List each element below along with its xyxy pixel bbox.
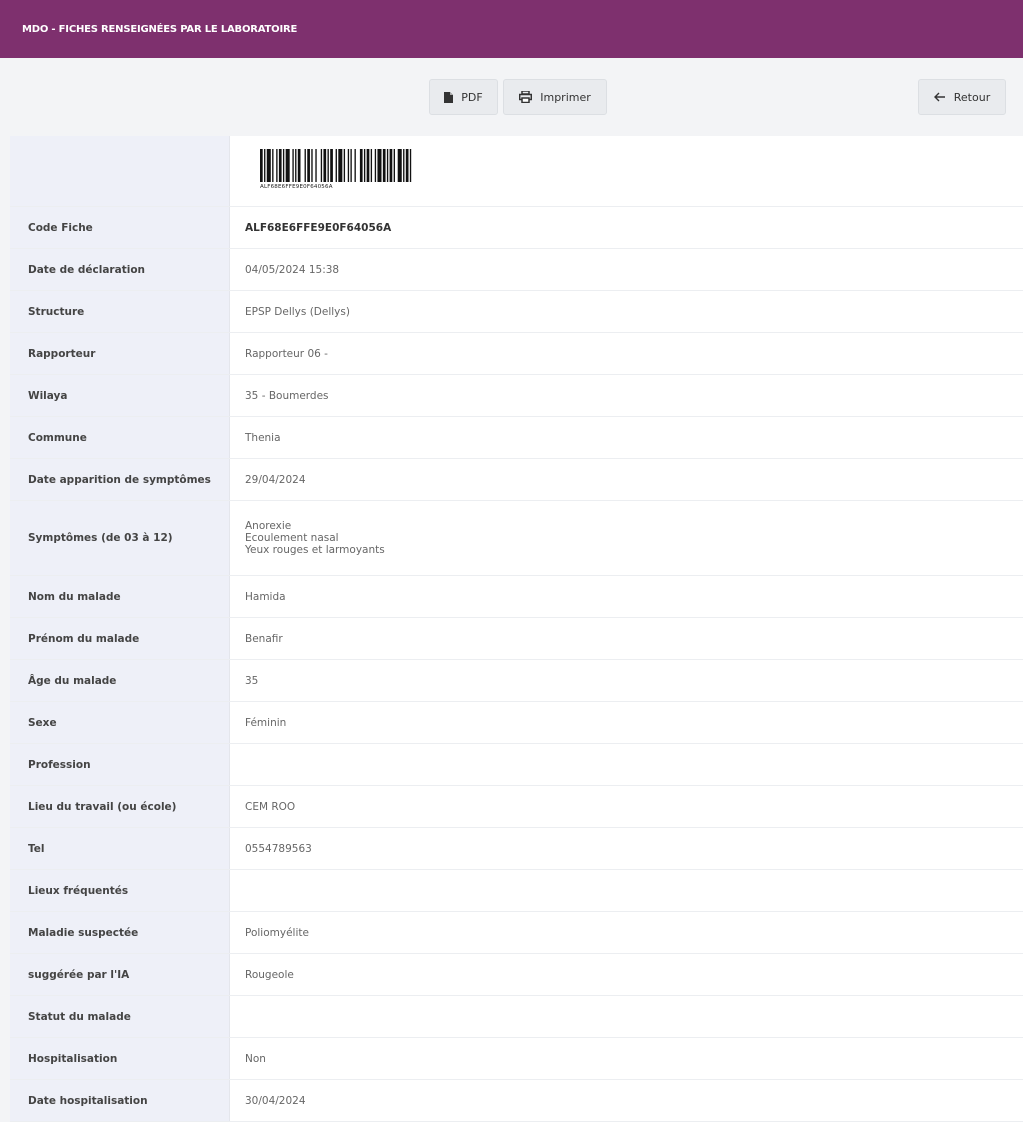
table-row: Profession bbox=[10, 744, 1023, 786]
table-row: Wilaya 35 - Boumerdes bbox=[10, 375, 1023, 417]
row-label: Wilaya bbox=[10, 375, 230, 416]
row-value: CEM ROO bbox=[245, 800, 296, 813]
back-button-label: Retour bbox=[953, 90, 991, 104]
symptom-item: Yeux rouges et larmoyants bbox=[245, 544, 385, 556]
row-label: Date hospitalisation bbox=[10, 1080, 230, 1121]
symptom-item: Anorexie bbox=[245, 520, 292, 532]
table-row: Commune Thenia bbox=[10, 417, 1023, 459]
table-row: Date hospitalisation 30/04/2024 bbox=[10, 1080, 1023, 1122]
row-label: Lieux fréquentés bbox=[10, 870, 230, 911]
row-value: 35 bbox=[245, 674, 259, 687]
print-button[interactable]: Imprimer bbox=[503, 79, 607, 115]
table-row: Nom du malade Hamida bbox=[10, 576, 1023, 618]
row-value: 30/04/2024 bbox=[245, 1094, 306, 1107]
back-button[interactable]: Retour bbox=[918, 79, 1006, 115]
row-label: Tel bbox=[10, 828, 230, 869]
file-icon bbox=[444, 91, 454, 103]
row-label: Statut du malade bbox=[10, 996, 230, 1037]
table-row: Tel 0554789563 bbox=[10, 828, 1023, 870]
printer-icon bbox=[519, 91, 533, 103]
barcode-cell: ALF68E6FFE9E0F64056A bbox=[230, 136, 1023, 206]
row-label: Âge du malade bbox=[10, 660, 230, 701]
details-table: ALF68E6FFE9E0F64056A Code Fiche ALF68E6FF… bbox=[10, 136, 1023, 1122]
page-header: MDO - FICHES RENSEIGNÉES PAR LE LABORATO… bbox=[0, 0, 1023, 58]
barcode-image bbox=[260, 149, 412, 182]
arrow-left-icon bbox=[933, 92, 945, 102]
row-label: Lieu du travail (ou école) bbox=[10, 786, 230, 827]
row-label: Commune bbox=[10, 417, 230, 458]
row-label: Rapporteur bbox=[10, 333, 230, 374]
row-value: 35 - Boumerdes bbox=[245, 389, 329, 402]
row-value: Non bbox=[245, 1052, 266, 1065]
symptom-item: Ecoulement nasal bbox=[245, 532, 339, 544]
row-label: Nom du malade bbox=[10, 576, 230, 617]
table-row: Symptômes (de 03 à 12) Anorexie Ecoulement… bbox=[10, 501, 1023, 576]
table-row: Rapporteur Rapporteur 06 - bbox=[10, 333, 1023, 375]
row-label: Profession bbox=[10, 744, 230, 785]
barcode-row: ALF68E6FFE9E0F64056A bbox=[10, 136, 1023, 207]
row-label: Date apparition de symptômes bbox=[10, 459, 230, 500]
row-label: Symptômes (de 03 à 12) bbox=[10, 501, 230, 575]
row-label: Hospitalisation bbox=[10, 1038, 230, 1079]
table-row: Prénom du malade Benafir bbox=[10, 618, 1023, 660]
table-row: Date apparition de symptômes 29/04/2024 bbox=[10, 459, 1023, 501]
row-value: 29/04/2024 bbox=[245, 473, 306, 486]
row-value: Rougeole bbox=[245, 968, 294, 981]
row-label: Sexe bbox=[10, 702, 230, 743]
barcode-label-cell bbox=[10, 136, 230, 206]
page-title: MDO - FICHES RENSEIGNÉES PAR LE LABORATO… bbox=[22, 23, 298, 35]
row-value: Poliomyélite bbox=[245, 926, 309, 939]
row-label: Structure bbox=[10, 291, 230, 332]
row-value bbox=[230, 870, 1023, 911]
table-row: Structure EPSP Dellys (Dellys) bbox=[10, 291, 1023, 333]
barcode-caption: ALF68E6FFE9E0F64056A bbox=[260, 184, 333, 190]
row-value: Hamida bbox=[245, 590, 286, 603]
row-label: Prénom du malade bbox=[10, 618, 230, 659]
row-value: Rapporteur 06 - bbox=[245, 347, 328, 360]
pdf-button[interactable]: PDF bbox=[429, 79, 498, 115]
row-label: Date de déclaration bbox=[10, 249, 230, 290]
table-row: Âge du malade 35 bbox=[10, 660, 1023, 702]
table-row: Lieu du travail (ou école) CEM ROO bbox=[10, 786, 1023, 828]
table-row: Hospitalisation Non bbox=[10, 1038, 1023, 1080]
row-value: 04/05/2024 15:38 bbox=[245, 263, 340, 276]
row-value bbox=[230, 744, 1023, 785]
print-button-label: Imprimer bbox=[540, 90, 591, 104]
row-value: Benafir bbox=[245, 632, 283, 645]
table-row: Code Fiche ALF68E6FFE9E0F64056A bbox=[10, 207, 1023, 249]
row-value: Féminin bbox=[245, 716, 287, 729]
row-value: 0554789563 bbox=[245, 842, 312, 855]
table-row: suggérée par l'IA Rougeole bbox=[10, 954, 1023, 996]
row-value bbox=[230, 996, 1023, 1037]
table-row: Sexe Féminin bbox=[10, 702, 1023, 744]
table-row: Statut du malade bbox=[10, 996, 1023, 1038]
row-value: EPSP Dellys (Dellys) bbox=[245, 305, 350, 318]
row-value: Thenia bbox=[245, 431, 281, 444]
row-value: ALF68E6FFE9E0F64056A bbox=[245, 221, 392, 234]
pdf-button-label: PDF bbox=[461, 90, 483, 104]
row-label: Maladie suspectée bbox=[10, 912, 230, 953]
row-value: Anorexie Ecoulement nasal Yeux rouges et l… bbox=[230, 501, 1023, 575]
table-row: Maladie suspectée Poliomyélite bbox=[10, 912, 1023, 954]
row-label: Code Fiche bbox=[10, 207, 230, 248]
row-label: suggérée par l'IA bbox=[10, 954, 230, 995]
table-row: Lieux fréquentés bbox=[10, 870, 1023, 912]
table-row: Date de déclaration 04/05/2024 15:38 bbox=[10, 249, 1023, 291]
